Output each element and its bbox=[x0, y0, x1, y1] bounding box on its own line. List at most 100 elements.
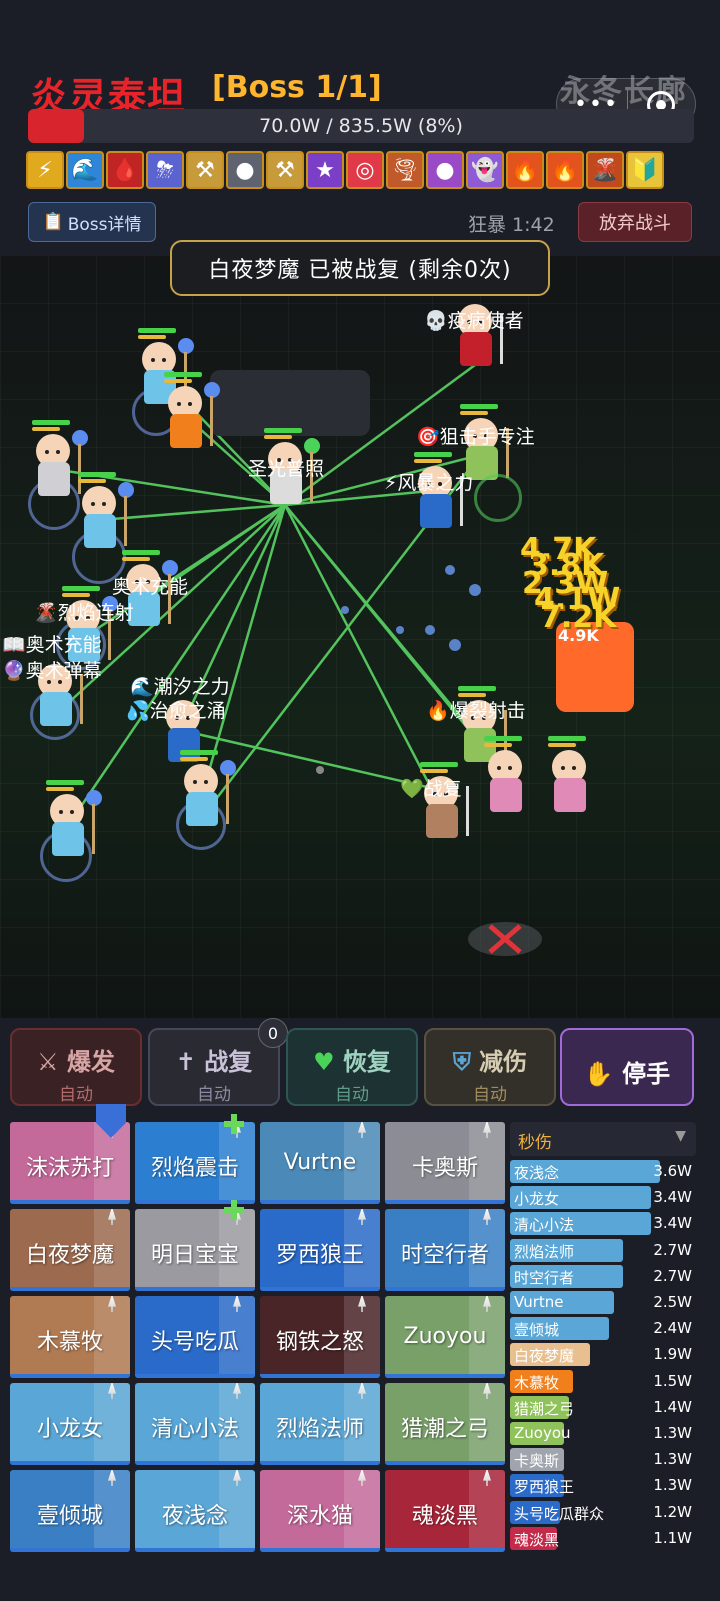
cross-icon: ✝ bbox=[175, 1048, 196, 1076]
revive-banner: 白夜梦魔 已被战复 (剩余0次) bbox=[170, 240, 550, 296]
party-member-card[interactable]: Zuoyou bbox=[385, 1296, 505, 1378]
hero-unit[interactable] bbox=[546, 736, 594, 818]
damage-number: 4.9K bbox=[558, 626, 599, 645]
dps-value: 1.9W bbox=[653, 1345, 692, 1364]
party-member-card[interactable]: 猎潮之弓 bbox=[385, 1383, 505, 1465]
hero-unit[interactable] bbox=[30, 420, 88, 502]
party-member-name: 白夜梦魔 bbox=[25, 1243, 114, 1268]
dps-row: 罗西狼王 1.3W bbox=[510, 1474, 696, 1498]
dps-row: 壹倾城 2.4W bbox=[510, 1317, 696, 1341]
member-hp-bar bbox=[135, 1548, 255, 1552]
party-member-card[interactable]: 魂淡黑 bbox=[385, 1470, 505, 1552]
party-member-name: 小龙女 bbox=[36, 1417, 103, 1442]
dps-value: 3.4W bbox=[653, 1214, 692, 1233]
damage-reduce-skill-button[interactable]: ⛨ 减伤 自动 bbox=[424, 1028, 556, 1106]
chevron-down-icon: ▼ bbox=[675, 1128, 686, 1144]
party-member-card[interactable]: 罗西狼王 bbox=[260, 1209, 380, 1291]
dps-value: 2.4W bbox=[653, 1319, 692, 1338]
member-hp-bar bbox=[10, 1374, 130, 1378]
dps-value: 1.5W bbox=[653, 1371, 692, 1390]
dps-player-name: 罗西狼王 bbox=[514, 1478, 575, 1497]
burst-skill-button[interactable]: ⚔ 爆发 自动 bbox=[10, 1028, 142, 1106]
party-member-name: 壹倾城 bbox=[36, 1504, 103, 1529]
skill-callout: 💦治愈之涌 bbox=[126, 700, 226, 722]
skill-bar: ⚔ 爆发 自动 ✝ 战复 自动 0 ♥ 恢复 自动 ⛨ 减伤 自动 ✋ 停手 bbox=[0, 1018, 720, 1118]
party-member-card[interactable]: 木慕牧 bbox=[10, 1296, 130, 1378]
party-member-card[interactable]: 卡奥斯 bbox=[385, 1122, 505, 1204]
dps-value: 3.4W bbox=[653, 1188, 692, 1207]
dps-player-name: 清心小法 bbox=[514, 1216, 575, 1235]
party-member-card[interactable]: 时空行者 bbox=[385, 1209, 505, 1291]
dps-player-name: 木慕牧 bbox=[514, 1373, 560, 1392]
revive-count-badge: 0 bbox=[258, 1018, 288, 1048]
party-member-name: 清心小法 bbox=[150, 1417, 239, 1442]
shield-icon: ⛨ bbox=[452, 1048, 471, 1076]
member-hp-bar bbox=[260, 1200, 380, 1204]
party-member-card[interactable]: 小龙女 bbox=[10, 1383, 130, 1465]
member-hp-bar bbox=[10, 1200, 130, 1204]
dps-player-name: 小龙女 bbox=[514, 1190, 560, 1209]
hero-unit[interactable] bbox=[178, 750, 236, 832]
dps-row: 魂淡黑 1.1W bbox=[510, 1526, 696, 1550]
party-member-name: 钢铁之怒 bbox=[275, 1330, 364, 1355]
party-member-card[interactable]: 夜浅念 bbox=[135, 1470, 255, 1552]
dps-header[interactable]: 秒伤 ▼ bbox=[510, 1122, 696, 1156]
party-member-card[interactable]: 钢铁之怒 bbox=[260, 1296, 380, 1378]
party-member-name: 夜浅念 bbox=[161, 1504, 228, 1529]
recover-label: 恢复 bbox=[342, 1048, 391, 1076]
dps-row: 猎潮之弓 1.4W bbox=[510, 1395, 696, 1419]
dps-row: 木慕牧 1.5W bbox=[510, 1369, 696, 1393]
dps-player-name: 壹倾城 bbox=[514, 1321, 560, 1340]
dps-player-name: 猎潮之弓 bbox=[514, 1399, 575, 1418]
member-hp-bar bbox=[135, 1287, 255, 1291]
member-hp-bar bbox=[135, 1374, 255, 1378]
party-member-card[interactable]: 清心小法 bbox=[135, 1383, 255, 1465]
recover-skill-button[interactable]: ♥ 恢复 自动 bbox=[286, 1028, 418, 1106]
party-member-card[interactable]: 头号吃瓜 bbox=[135, 1296, 255, 1378]
target-marker bbox=[468, 922, 542, 956]
skill-callout: 奥术充能 bbox=[112, 576, 189, 598]
dps-value: 2.5W bbox=[653, 1293, 692, 1311]
member-hp-bar bbox=[260, 1374, 380, 1378]
party-member-card[interactable]: 烈焰法师 bbox=[260, 1383, 380, 1465]
dps-player-name: 夜浅念 bbox=[514, 1164, 560, 1182]
dps-value: 2.7W bbox=[653, 1240, 692, 1259]
dps-player-name: Zuoyou bbox=[514, 1424, 571, 1442]
hero-unit[interactable] bbox=[482, 736, 530, 818]
skill-callout: 圣光普照 bbox=[248, 458, 325, 480]
dps-value: 1.3W bbox=[653, 1476, 692, 1495]
party-member-card[interactable]: 白夜梦魔 bbox=[10, 1209, 130, 1291]
dps-value: 1.3W bbox=[653, 1450, 692, 1469]
hero-unit[interactable] bbox=[44, 780, 102, 862]
party-member-name: 木慕牧 bbox=[36, 1330, 103, 1355]
party-member-card[interactable]: 深水猫 bbox=[260, 1470, 380, 1552]
dps-row: 夜浅念 3.6W bbox=[510, 1160, 696, 1183]
skill-callout: 🎯狙击手专注 bbox=[416, 426, 535, 448]
skill-callout: 🔥爆裂射击 bbox=[426, 700, 526, 722]
party-member-card[interactable]: 明日宝宝 bbox=[135, 1209, 255, 1291]
skill-callout: 🔮奥术弹幕 bbox=[2, 660, 102, 682]
recover-mode: 自动 bbox=[335, 1085, 369, 1105]
dps-row: Zuoyou 1.3W bbox=[510, 1422, 696, 1445]
member-hp-bar bbox=[385, 1461, 505, 1465]
member-hp-bar bbox=[385, 1287, 505, 1291]
party-member-name: 沫沫苏打 bbox=[25, 1156, 114, 1181]
party-member-name: 魂淡黑 bbox=[411, 1504, 478, 1529]
revive-label: 战复 bbox=[204, 1048, 253, 1076]
party-member-card[interactable]: 烈焰震击 bbox=[135, 1122, 255, 1204]
dps-value: 1.1W bbox=[653, 1528, 692, 1547]
dps-player-name: 烈焰法师 bbox=[514, 1242, 575, 1261]
party-member-name: 时空行者 bbox=[400, 1243, 489, 1268]
dps-row: 头号吃瓜群众 1.2W bbox=[510, 1500, 696, 1524]
hero-unit[interactable] bbox=[162, 372, 220, 454]
dps-player-name: 魂淡黑 bbox=[514, 1530, 560, 1549]
member-hp-bar bbox=[260, 1461, 380, 1465]
party-member-card[interactable]: Vurtne bbox=[260, 1122, 380, 1204]
skill-callout: 💀疫病使者 bbox=[424, 310, 524, 332]
stop-button[interactable]: ✋ 停手 bbox=[560, 1028, 694, 1106]
dps-value: 3.6W bbox=[653, 1162, 692, 1180]
skill-callout: ⚡风暴之力 bbox=[384, 472, 474, 494]
stop-label: 停手 bbox=[622, 1060, 671, 1088]
hero-unit[interactable] bbox=[76, 472, 134, 554]
party-member-card[interactable]: 壹倾城 bbox=[10, 1470, 130, 1552]
